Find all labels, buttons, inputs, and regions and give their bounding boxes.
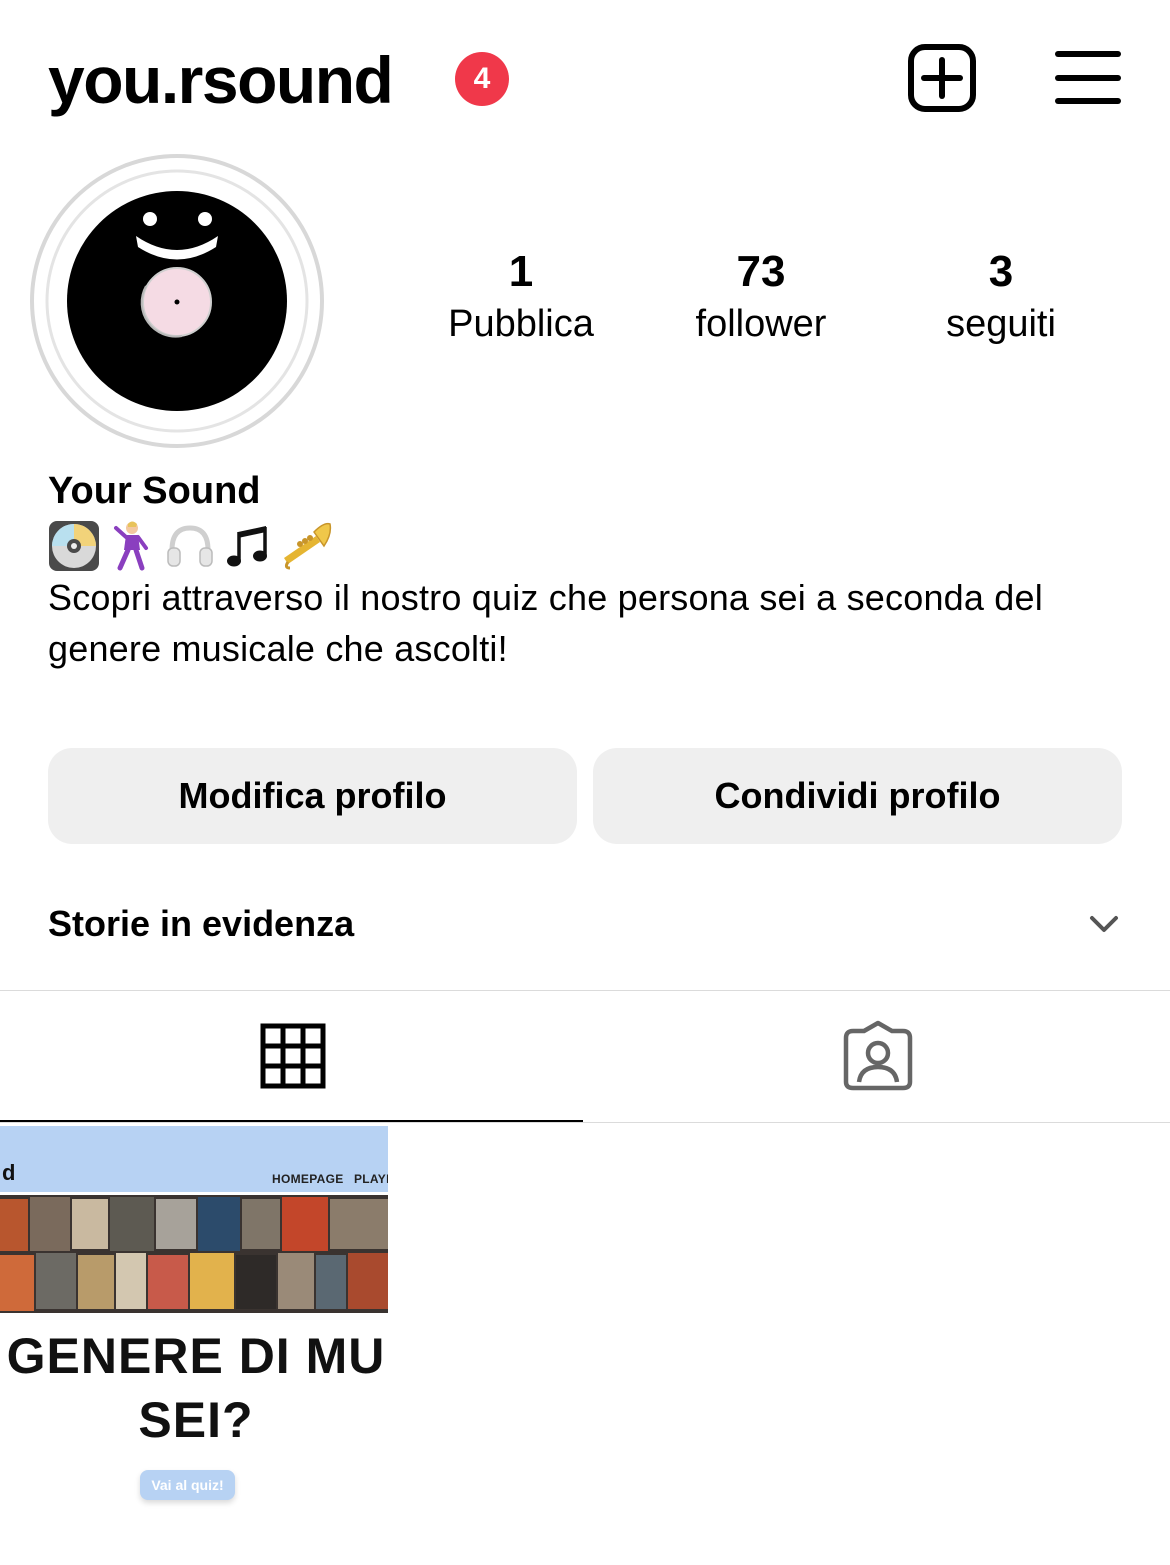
- music-notes-emoji: [227, 526, 267, 567]
- following-count-label: seguiti: [946, 303, 1056, 345]
- followers-count-label: follower: [695, 303, 827, 345]
- grid-icon: [260, 1023, 326, 1089]
- post-nav-link: PLAYL: [354, 1172, 388, 1186]
- chevron-down-icon[interactable]: [1084, 906, 1124, 942]
- bio-emoji-row: [48, 520, 332, 572]
- followers-count-value: 73: [736, 247, 786, 296]
- edit-profile-button[interactable]: Modifica profilo: [48, 748, 577, 844]
- posts-count-label: Pubblica: [448, 303, 594, 345]
- post-site-nav: d HOMEPAGE PLAYL: [0, 1126, 388, 1192]
- dvd-emoji: [49, 521, 99, 571]
- profile-bio: Scopri attraverso il nostro quiz che per…: [48, 577, 1043, 669]
- profile-header: you.rsound 4: [0, 0, 1170, 150]
- tab-tagged[interactable]: [585, 991, 1170, 1123]
- profile-full-name: Your Sound: [48, 470, 261, 512]
- dancer-emoji: [114, 521, 148, 571]
- post-nav-link: HOMEPAGE: [272, 1172, 344, 1186]
- followers-count[interactable]: 73 follower: [651, 248, 871, 348]
- trumpet-emoji: [284, 522, 332, 570]
- story-highlights-label[interactable]: Storie in evidenza: [48, 900, 354, 948]
- share-profile-button[interactable]: Condividi profilo: [593, 748, 1122, 844]
- quiz-cta-button: Vai al quiz!: [140, 1470, 235, 1500]
- post-headline-line2: SEI?: [138, 1392, 254, 1448]
- album-covers-collage: [0, 1195, 388, 1313]
- tabs-bottom-divider: [0, 1122, 1170, 1123]
- headphones-emoji: [167, 525, 213, 567]
- post-headline-line1: GENERE DI MU: [6, 1328, 386, 1384]
- tab-posts-grid[interactable]: [0, 991, 585, 1123]
- hamburger-menu-icon[interactable]: [1052, 40, 1124, 116]
- post-site-logo: d: [2, 1160, 16, 1185]
- post-headline: GENERE DI MU SEI?: [0, 1326, 388, 1450]
- tagged-user-icon: [843, 1020, 913, 1091]
- plus-square-icon[interactable]: [906, 40, 978, 116]
- post-thumbnail[interactable]: d HOMEPAGE PLAYL GENERE DI MU SEI? Vai a…: [0, 1126, 388, 1514]
- avatar[interactable]: [30, 154, 324, 448]
- posts-count[interactable]: 1 Pubblica: [411, 248, 631, 348]
- posts-count-value: 1: [508, 247, 534, 296]
- following-count-value: 3: [988, 247, 1014, 296]
- username[interactable]: you.rsound: [48, 38, 394, 122]
- notification-badge[interactable]: 4: [455, 52, 509, 106]
- following-count[interactable]: 3 seguiti: [891, 248, 1111, 348]
